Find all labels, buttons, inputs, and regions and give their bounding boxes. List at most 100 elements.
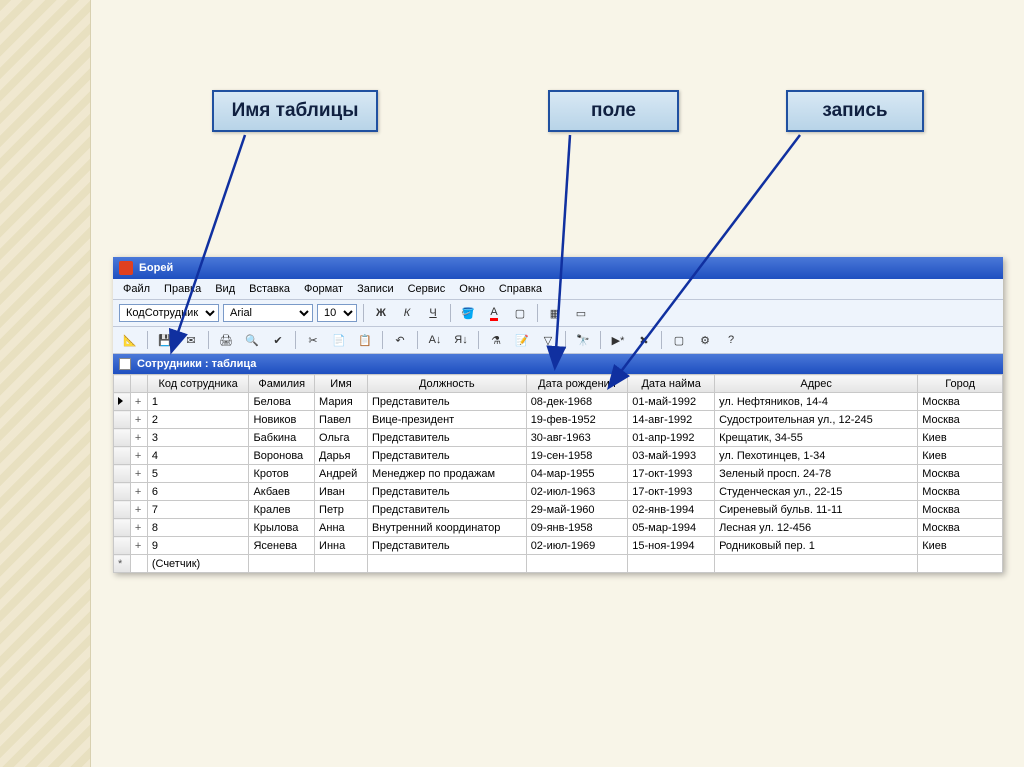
- col-city[interactable]: Город: [918, 375, 1003, 393]
- cell-name[interactable]: Андрей: [315, 465, 368, 483]
- cell-id[interactable]: 9: [147, 537, 249, 555]
- font-color-button[interactable]: A: [483, 302, 505, 324]
- menu-records[interactable]: Записи: [357, 283, 394, 295]
- filter-sel-button[interactable]: ⚗: [485, 329, 507, 351]
- expand-button[interactable]: +: [130, 519, 147, 537]
- expand-button[interactable]: +: [130, 537, 147, 555]
- effect-button[interactable]: ▭: [570, 302, 592, 324]
- font-combo[interactable]: Arial: [223, 304, 313, 322]
- cell-id[interactable]: 7: [147, 501, 249, 519]
- menu-help[interactable]: Справка: [499, 283, 542, 295]
- preview-button[interactable]: 🔍: [241, 329, 263, 351]
- cell-dob[interactable]: 29-май-1960: [526, 501, 628, 519]
- cell-city[interactable]: Киев: [918, 429, 1003, 447]
- view-button[interactable]: 📐: [119, 329, 141, 351]
- cell-city[interactable]: Москва: [918, 411, 1003, 429]
- help-button[interactable]: ?: [720, 329, 742, 351]
- apply-filter-button[interactable]: ▽: [537, 329, 559, 351]
- cell-city[interactable]: Москва: [918, 501, 1003, 519]
- cell-id[interactable]: 5: [147, 465, 249, 483]
- cell-id[interactable]: 3: [147, 429, 249, 447]
- cell-fam[interactable]: Воронова: [249, 447, 315, 465]
- row-selector[interactable]: [114, 411, 131, 429]
- cell-pos[interactable]: Представитель: [367, 393, 526, 411]
- expand-button[interactable]: +: [130, 411, 147, 429]
- delete-record-button[interactable]: ✖: [633, 329, 655, 351]
- row-selector[interactable]: [114, 447, 131, 465]
- cell-dob[interactable]: 30-авг-1963: [526, 429, 628, 447]
- new-record-selector[interactable]: *: [114, 555, 131, 573]
- cell-hire[interactable]: 17-окт-1993: [628, 465, 715, 483]
- cell-pos[interactable]: Внутренний координатор: [367, 519, 526, 537]
- expand-button[interactable]: +: [130, 501, 147, 519]
- cell-dob[interactable]: 09-янв-1958: [526, 519, 628, 537]
- underline-button[interactable]: Ч: [422, 302, 444, 324]
- subwindow-titlebar[interactable]: Сотрудники : таблица: [113, 354, 1003, 374]
- menu-insert[interactable]: Вставка: [249, 283, 290, 295]
- row-selector[interactable]: [114, 519, 131, 537]
- expand-button[interactable]: +: [130, 447, 147, 465]
- col-pos[interactable]: Должность: [367, 375, 526, 393]
- cell-addr[interactable]: Судостроительная ул., 12-245: [715, 411, 918, 429]
- cell-hire[interactable]: 05-мар-1994: [628, 519, 715, 537]
- expand-button[interactable]: [130, 555, 147, 573]
- filter-form-button[interactable]: 📝: [511, 329, 533, 351]
- header-row[interactable]: Код сотрудника Фамилия Имя Должность Дат…: [114, 375, 1003, 393]
- table-row[interactable]: +2НовиковПавелВице-президент19-фев-19521…: [114, 411, 1003, 429]
- titlebar[interactable]: Борей: [113, 257, 1003, 279]
- cell-hire[interactable]: 15-ноя-1994: [628, 537, 715, 555]
- cell-city[interactable]: Киев: [918, 447, 1003, 465]
- cell-dob[interactable]: 19-сен-1958: [526, 447, 628, 465]
- table-row[interactable]: +8КрыловаАннаВнутренний координатор09-ян…: [114, 519, 1003, 537]
- expand-button[interactable]: +: [130, 483, 147, 501]
- italic-button[interactable]: К: [396, 302, 418, 324]
- row-selector[interactable]: [114, 393, 131, 411]
- cell-fam[interactable]: Новиков: [249, 411, 315, 429]
- cut-button[interactable]: ✂: [302, 329, 324, 351]
- cell-pos[interactable]: Вице-президент: [367, 411, 526, 429]
- table-row[interactable]: +1БеловаМарияПредставитель08-дек-196801-…: [114, 393, 1003, 411]
- row-selector[interactable]: [114, 501, 131, 519]
- spell-button[interactable]: ✔: [267, 329, 289, 351]
- menu-edit[interactable]: Правка: [164, 283, 201, 295]
- cell-city[interactable]: Москва: [918, 519, 1003, 537]
- menu-service[interactable]: Сервис: [408, 283, 446, 295]
- bold-button[interactable]: Ж: [370, 302, 392, 324]
- cell-name[interactable]: Мария: [315, 393, 368, 411]
- table-row[interactable]: +6АкбаевИванПредставитель02-июл-196317-о…: [114, 483, 1003, 501]
- cell-name[interactable]: Анна: [315, 519, 368, 537]
- cell-pos[interactable]: Представитель: [367, 447, 526, 465]
- expand-button[interactable]: +: [130, 465, 147, 483]
- cell-pos[interactable]: Менеджер по продажам: [367, 465, 526, 483]
- table-row[interactable]: +9ЯсеневаИннаПредставитель02-июл-196915-…: [114, 537, 1003, 555]
- cell-counter[interactable]: (Счетчик): [147, 555, 249, 573]
- cell-fam[interactable]: Кралев: [249, 501, 315, 519]
- row-selector[interactable]: [114, 429, 131, 447]
- col-id[interactable]: Код сотрудника: [147, 375, 249, 393]
- mail-button[interactable]: ✉: [180, 329, 202, 351]
- cell-fam[interactable]: Ясенева: [249, 537, 315, 555]
- cell-fam[interactable]: Бабкина: [249, 429, 315, 447]
- db-window-button[interactable]: ▢: [668, 329, 690, 351]
- cell-addr[interactable]: Студенческая ул., 22-15: [715, 483, 918, 501]
- cell-hire[interactable]: 14-авг-1992: [628, 411, 715, 429]
- table-row[interactable]: +3БабкинаОльгаПредставитель30-авг-196301…: [114, 429, 1003, 447]
- cell-addr[interactable]: ул. Пехотинцев, 1-34: [715, 447, 918, 465]
- table-row[interactable]: +7КралевПетрПредставитель29-май-196002-я…: [114, 501, 1003, 519]
- cell-city[interactable]: Киев: [918, 537, 1003, 555]
- menu-format[interactable]: Формат: [304, 283, 343, 295]
- expand-button[interactable]: +: [130, 429, 147, 447]
- cell-addr[interactable]: Лесная ул. 12-456: [715, 519, 918, 537]
- cell-name[interactable]: Дарья: [315, 447, 368, 465]
- cell-id[interactable]: 1: [147, 393, 249, 411]
- cell-hire[interactable]: 01-май-1992: [628, 393, 715, 411]
- table-row[interactable]: +4ВороноваДарьяПредставитель19-сен-19580…: [114, 447, 1003, 465]
- cell-addr[interactable]: ул. Нефтяников, 14-4: [715, 393, 918, 411]
- cell-hire[interactable]: 02-янв-1994: [628, 501, 715, 519]
- menubar[interactable]: Файл Правка Вид Вставка Формат Записи Се…: [113, 279, 1003, 300]
- undo-button[interactable]: ↶: [389, 329, 411, 351]
- cell-dob[interactable]: 02-июл-1963: [526, 483, 628, 501]
- row-selector[interactable]: [114, 483, 131, 501]
- cell-city[interactable]: Москва: [918, 483, 1003, 501]
- border-color-button[interactable]: ▢: [509, 302, 531, 324]
